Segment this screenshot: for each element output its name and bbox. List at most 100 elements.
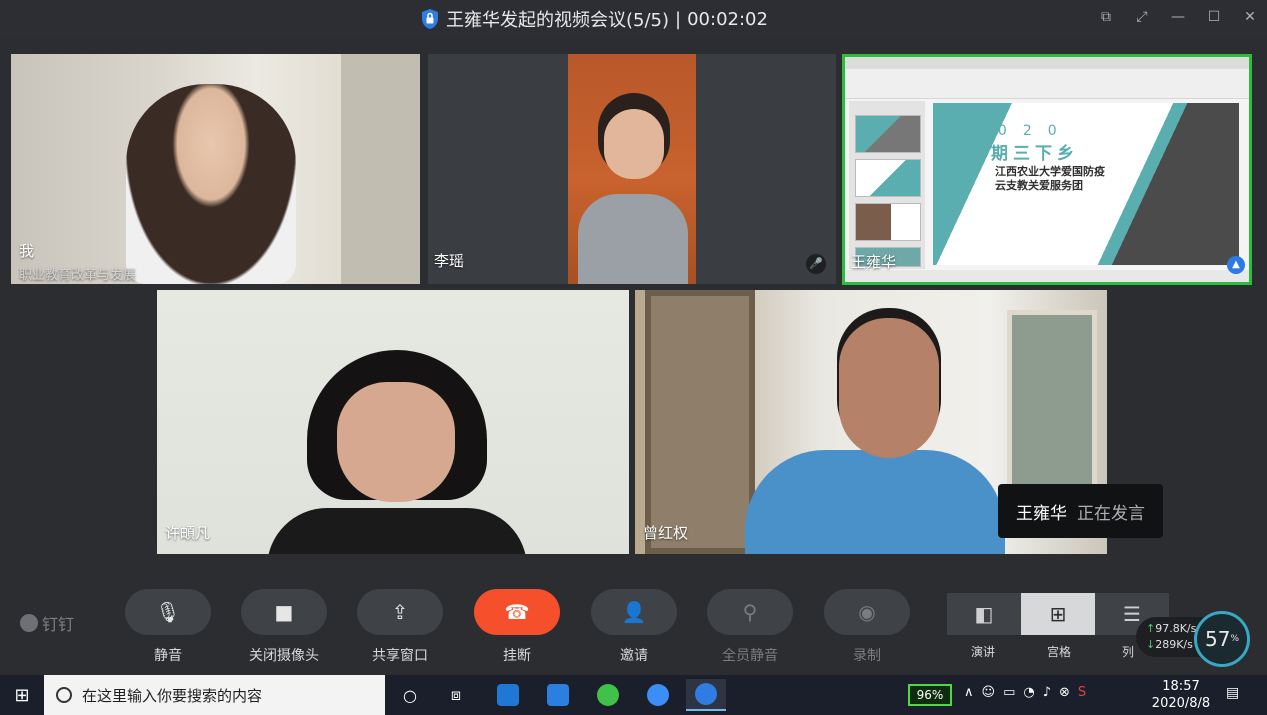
close-circle-icon[interactable]: ⊗	[1059, 685, 1070, 700]
search-placeholder: 在这里输入你要搜索的内容	[82, 686, 263, 705]
meeting-title-text: 王雍华发起的视频会议(5/5)	[446, 10, 670, 31]
video-tile-li-yao[interactable]: 李瑶 🎤	[428, 54, 836, 284]
speaker-view-button[interactable]: ◧	[947, 593, 1021, 635]
participant-body	[578, 194, 688, 284]
title-bar: 王雍华发起的视频会议(5/5) | 00:02:02 ⧉ ⤢ — ☐ ✕	[0, 0, 1267, 38]
camera-off-label: 关闭摄像头	[249, 648, 319, 664]
usage-percent: 57	[1204, 627, 1231, 651]
brand-logo: 钉钉	[20, 611, 74, 635]
dingtalk-taskbar-icon[interactable]	[638, 679, 678, 711]
meeting-title: 王雍华发起的视频会议(5/5) | 00:02:02	[420, 6, 768, 32]
video-tile-screen-share[interactable]: 2020 暑期三下乡 江西农业大学爱国防疫 云支教关爱服务团 王雍华 ▲	[842, 54, 1252, 285]
task-view-icon[interactable]: ⧈	[436, 679, 476, 711]
volume-icon[interactable]: ♪	[1043, 685, 1051, 700]
system-tray: ∧ ☺ ▭ ◔ ♪ ⊗ S	[964, 685, 1086, 700]
close-icon[interactable]: ✕	[1241, 8, 1259, 26]
taskbar-search[interactable]: 在这里输入你要搜索的内容	[44, 675, 385, 715]
participant-name: 许頔凡	[165, 524, 211, 542]
meeting-timer: 00:02:02	[687, 8, 768, 30]
wps-office-icon[interactable]	[538, 679, 578, 711]
invite-button[interactable]: 👤 邀请	[591, 589, 677, 665]
fullscreen-icon[interactable]: ⤢	[1133, 8, 1151, 26]
share-indicator-icon: ▲	[1227, 256, 1245, 274]
background-wall	[341, 54, 420, 284]
windows-taskbar: ⊞ 在这里输入你要搜索的内容 ○ ⧈ 96% ∧ ☺ ▭ ◔ ♪ ⊗ S 18:…	[0, 675, 1267, 715]
participant-face	[337, 382, 455, 502]
participant-name: 我	[19, 242, 35, 260]
slide-thumbnail	[855, 115, 921, 153]
hangup-button[interactable]: ☎ 挂断	[474, 589, 560, 665]
battery-indicator[interactable]: 96%	[908, 684, 952, 706]
title-separator: |	[675, 8, 682, 30]
pip-icon[interactable]: ⧉	[1097, 8, 1115, 26]
wifi-icon[interactable]: ◔	[1023, 685, 1034, 700]
wechat-icon[interactable]	[588, 679, 628, 711]
slide-thumbnails	[849, 101, 925, 269]
mute-all-button[interactable]: ⚲ 全员静音	[707, 589, 793, 665]
brand-name: 钉钉	[42, 615, 75, 634]
edge-browser-icon[interactable]	[488, 679, 528, 711]
record-label: 录制	[853, 648, 881, 664]
speaker-view-label: 演讲	[971, 645, 996, 659]
usage-gauge: 57%	[1194, 611, 1250, 667]
share-window-button[interactable]: ⇪ 共享窗口	[357, 589, 443, 665]
speaking-indicator: 王雍华 正在发言	[998, 484, 1163, 538]
invite-icon: 👤	[591, 589, 677, 635]
sogou-ime-icon[interactable]: S	[1078, 685, 1086, 700]
maximize-icon[interactable]: ☐	[1205, 8, 1223, 26]
minimize-icon[interactable]: —	[1169, 8, 1187, 26]
slide-title: 暑期三下乡	[969, 144, 1079, 164]
slide-organization: 江西农业大学爱国防疫 云支教关爱服务团	[995, 165, 1105, 193]
participant-body	[745, 450, 1005, 554]
task-view-circle-icon[interactable]: ○	[390, 679, 430, 711]
slide-org-line2: 云支教关爱服务团	[995, 179, 1083, 192]
mute-all-icon: ⚲	[707, 589, 793, 635]
hangup-icon: ☎	[474, 589, 560, 635]
download-arrow-icon: ↓	[1146, 638, 1156, 651]
qq-icon[interactable]: ☺	[982, 685, 996, 700]
mute-all-label: 全员静音	[722, 648, 778, 664]
camera-icon: ■	[241, 589, 327, 635]
network-monitor[interactable]: ↑97.8K/s ↓289K/s 57%	[1136, 611, 1250, 667]
current-slide: 2020 暑期三下乡 江西农业大学爱国防疫 云支教关爱服务团	[933, 103, 1239, 265]
mic-icon: 🎙	[125, 589, 211, 635]
video-tile-me[interactable]: 我 职业教育改革与发展	[11, 54, 420, 284]
slide-thumbnail	[855, 159, 921, 197]
upload-speed: 97.8	[1155, 622, 1180, 635]
participant-face	[604, 109, 664, 179]
window-controls: ⧉ ⤢ — ☐ ✕	[1097, 8, 1259, 26]
usage-percent-sign: %	[1230, 634, 1239, 644]
participant-video	[568, 54, 696, 284]
grid-view-label: 宫格	[1047, 645, 1072, 659]
hangup-label: 挂断	[503, 648, 531, 664]
battery-icon[interactable]: ▭	[1003, 685, 1015, 700]
background-door	[645, 290, 755, 554]
mute-button[interactable]: 🎙 静音	[125, 589, 211, 665]
upload-arrow-icon: ↑	[1146, 622, 1156, 635]
download-unit: K/s	[1176, 638, 1193, 651]
video-grid: 我 职业教育改革与发展 李瑶 🎤 2020 暑期三下乡 江西农业大学爱国防疫 云	[0, 38, 1267, 573]
mute-label: 静音	[154, 648, 182, 664]
clock-time: 18:57	[1162, 679, 1200, 694]
dingtalk-icon	[20, 614, 38, 632]
slide-year: 2020	[973, 123, 1073, 139]
meeting-controls: 钉钉 🎙 静音 ■ 关闭摄像头 ⇪ 共享窗口 ☎ 挂断 👤 邀请 ⚲ 全员静音 …	[0, 573, 1267, 675]
windows-start-icon[interactable]: ⊞	[0, 675, 44, 715]
grid-view-button[interactable]: ⊞	[1021, 593, 1095, 635]
slide-thumbnail	[855, 203, 921, 241]
record-button[interactable]: ◉ 录制	[824, 589, 910, 665]
slide-org-line1: 江西农业大学爱国防疫	[995, 165, 1105, 178]
participant-name: 李瑶	[434, 252, 465, 270]
video-tile-xu[interactable]: 许頔凡	[157, 290, 629, 554]
tray-expand-icon[interactable]: ∧	[964, 685, 974, 700]
speaking-name: 王雍华	[1016, 503, 1067, 524]
system-clock[interactable]: 18:57 2020/8/8	[1146, 678, 1216, 712]
dingtalk-meeting-icon[interactable]	[686, 679, 726, 711]
invite-label: 邀请	[620, 648, 648, 664]
camera-off-button[interactable]: ■ 关闭摄像头	[241, 589, 327, 665]
download-speed: 289	[1155, 638, 1177, 651]
notification-icon[interactable]: ▤	[1226, 685, 1239, 701]
presentation-tabs	[845, 57, 1249, 69]
participant-face	[839, 318, 939, 458]
presentation-statusbar	[845, 270, 1249, 282]
